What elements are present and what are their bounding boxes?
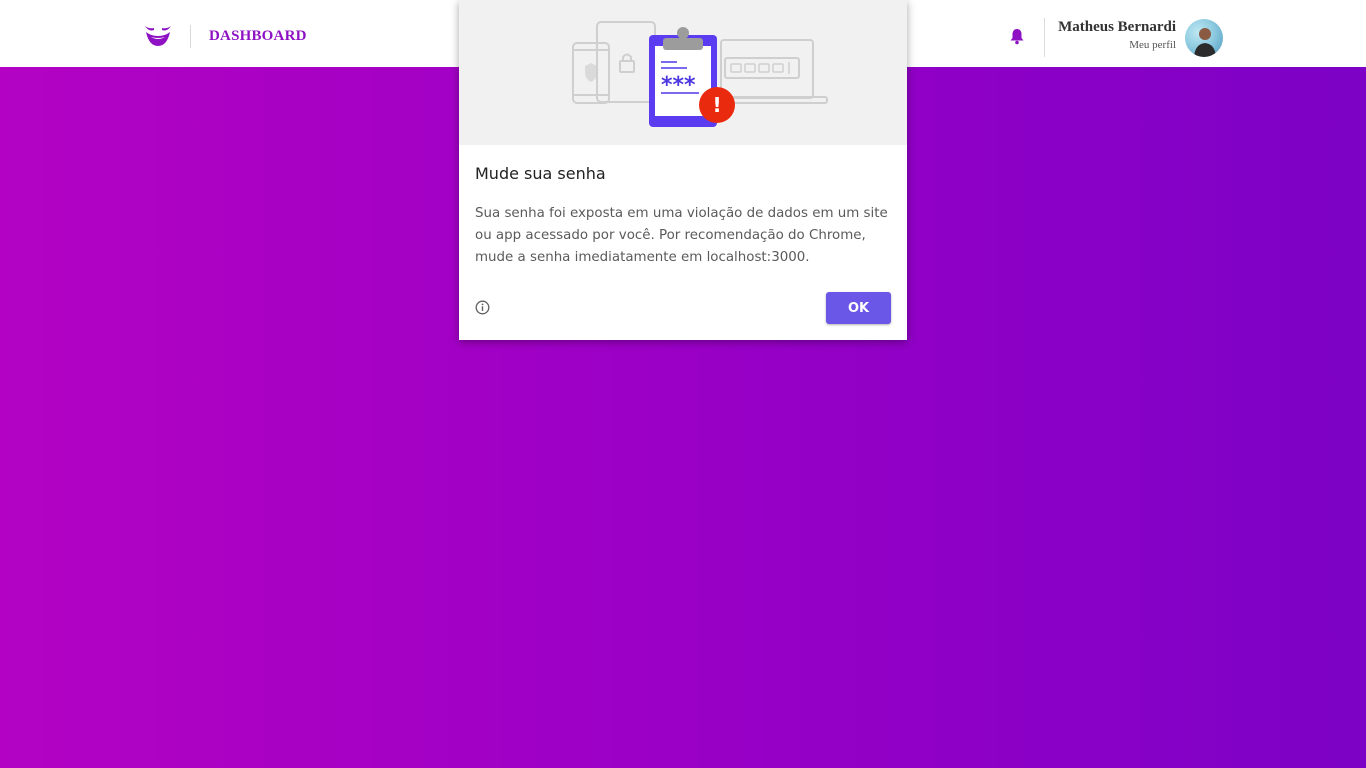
user-divider: [1044, 18, 1045, 57]
info-icon[interactable]: [475, 300, 490, 315]
password-breach-dialog: *** ! Mude sua senha Sua senha foi expos…: [459, 0, 907, 340]
dialog-title: Mude sua senha: [475, 164, 606, 183]
user-name[interactable]: Matheus Bernardi: [1058, 19, 1176, 36]
dialog-illustration: *** !: [459, 0, 907, 145]
dialog-body-line: Sua senha foi exposta em uma violação de…: [475, 206, 888, 221]
avatar[interactable]: [1185, 19, 1223, 57]
alert-mark-text: !: [712, 93, 721, 117]
bell-icon[interactable]: [1009, 28, 1025, 45]
masked-password-text: ***: [661, 73, 696, 98]
logo-divider: [190, 25, 191, 48]
dialog-body-line: ou app acessado por você. Por recomendaç…: [475, 228, 866, 243]
dialog-body-line: mude a senha imediatamente em localhost:…: [475, 250, 810, 265]
ok-button[interactable]: OK: [826, 292, 891, 324]
password-breach-illustration: *** !: [572, 21, 828, 127]
brand-title[interactable]: DASHBOARD: [209, 28, 307, 45]
profile-link[interactable]: Meu perfil: [1129, 39, 1176, 51]
avatar-portrait: [1194, 28, 1216, 57]
dialog-body: Sua senha foi exposta em uma violação de…: [475, 203, 895, 269]
mustache-logo-icon[interactable]: [143, 24, 173, 48]
